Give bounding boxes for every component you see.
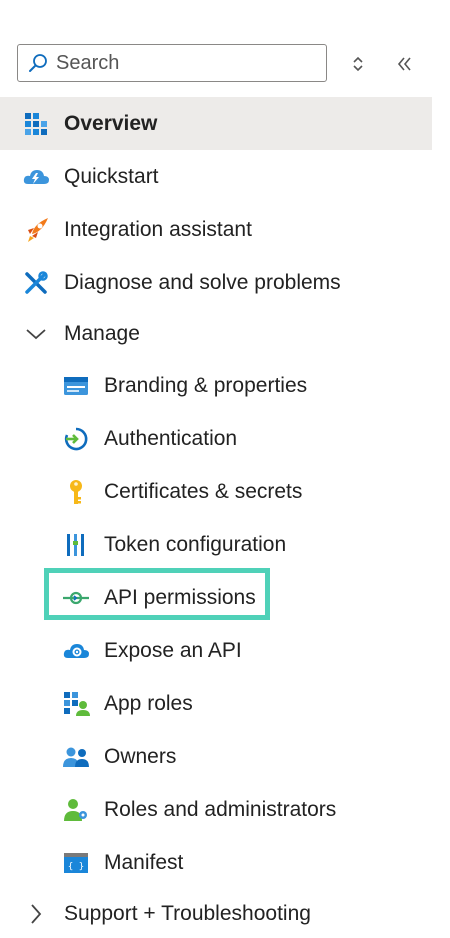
sidebar-item-label: Quickstart	[64, 164, 159, 188]
chevron-down-icon	[22, 320, 50, 348]
sidebar-item-label: Token configuration	[104, 532, 287, 556]
sidebar-item-label: Owners	[104, 744, 177, 768]
sidebar-item-label: Overview	[64, 111, 158, 135]
roles-admin-icon	[62, 796, 90, 824]
sidebar-item-certificates[interactable]: Certificates & secrets	[0, 465, 432, 518]
sidebar-nav: Overview Quickstart Integration assistan…	[0, 97, 432, 938]
token-bars-icon	[62, 531, 90, 559]
sort-toggle-button[interactable]	[347, 52, 369, 76]
search-row	[17, 44, 450, 84]
cloud-lightning-icon	[22, 163, 50, 191]
sidebar-group-label: Support + Troubleshooting	[64, 902, 311, 925]
api-permissions-icon	[62, 584, 90, 612]
sidebar-item-token-configuration[interactable]: Token configuration	[0, 518, 432, 571]
search-input[interactable]	[56, 51, 306, 75]
branding-card-icon	[62, 372, 90, 400]
sidebar-item-diagnose[interactable]: Diagnose and solve problems	[0, 256, 432, 309]
sidebar-item-integration-assistant[interactable]: Integration assistant	[0, 203, 432, 256]
sidebar-item-label: Integration assistant	[64, 217, 252, 241]
sidebar-item-label: Roles and administrators	[104, 797, 337, 821]
key-icon	[62, 478, 90, 506]
chevron-right-icon	[22, 900, 50, 928]
sidebar-item-label: Branding & properties	[104, 373, 308, 397]
authentication-icon	[62, 425, 90, 453]
search-box[interactable]	[17, 44, 327, 82]
sidebar-item-manifest[interactable]: { } Manifest	[0, 836, 432, 889]
app-roles-icon	[62, 690, 90, 718]
sidebar-item-label: Manifest	[104, 850, 184, 874]
sidebar-item-overview[interactable]: Overview	[0, 97, 432, 150]
owners-people-icon	[62, 743, 90, 771]
sidebar-item-expose-api[interactable]: Expose an API	[0, 624, 432, 677]
sidebar-item-roles-administrators[interactable]: Roles and administrators	[0, 783, 432, 836]
sidebar-item-authentication[interactable]: Authentication	[0, 412, 432, 465]
sidebar-item-owners[interactable]: Owners	[0, 730, 432, 783]
sidebar-group-support[interactable]: Support + Troubleshooting	[0, 889, 432, 938]
wrench-screwdriver-icon	[22, 269, 50, 297]
double-chevron-left-icon	[397, 57, 411, 71]
sidebar-item-label: Authentication	[104, 426, 238, 450]
sidebar-panel: Overview Quickstart Integ	[0, 0, 450, 938]
sidebar-group-label: Manage	[64, 322, 140, 345]
sidebar-item-label: App roles	[104, 691, 193, 715]
sidebar-item-quickstart[interactable]: Quickstart	[0, 150, 432, 203]
sidebar-item-label: Diagnose and solve problems	[64, 270, 341, 294]
overview-grid-icon	[22, 110, 50, 138]
svg-text:{ }: { }	[68, 862, 84, 872]
cloud-gear-icon	[62, 637, 90, 665]
up-down-chevron-icon	[353, 56, 363, 72]
collapse-sidebar-button[interactable]	[393, 52, 417, 76]
sidebar-item-label: API permissions	[104, 585, 256, 609]
manifest-code-icon: { }	[62, 849, 90, 877]
sidebar-group-manage[interactable]: Manage	[0, 309, 432, 359]
sidebar-item-branding[interactable]: Branding & properties	[0, 359, 432, 412]
search-icon	[26, 51, 50, 75]
sidebar-item-api-permissions[interactable]: API permissions	[0, 568, 432, 624]
sidebar-item-label: Expose an API	[104, 638, 242, 662]
sidebar-item-label: Certificates & secrets	[104, 479, 303, 503]
sidebar-item-app-roles[interactable]: App roles	[0, 677, 432, 730]
rocket-icon	[22, 216, 50, 244]
